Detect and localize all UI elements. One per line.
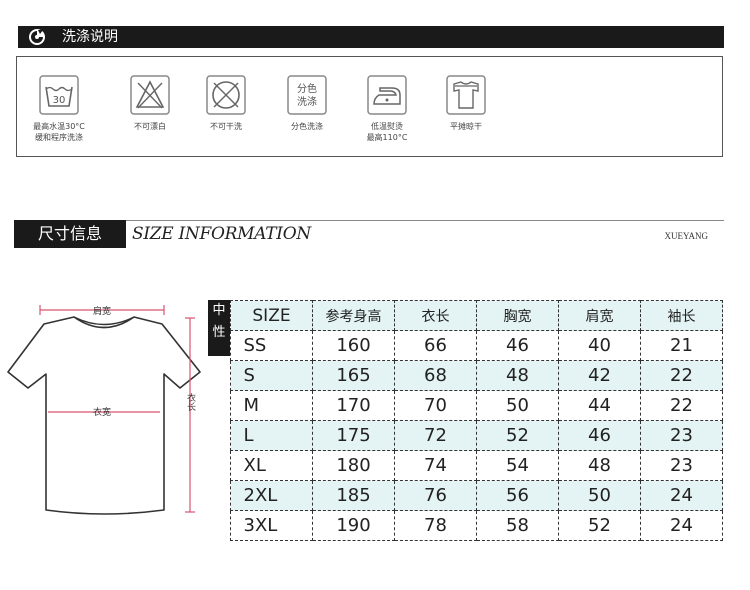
dry-flat-icon (446, 75, 486, 115)
table-cell: 170 (312, 390, 395, 421)
table-cell: 50 (558, 480, 641, 511)
no-bleach-icon (130, 75, 170, 115)
gender-label: 中 性 (208, 300, 230, 356)
size-cell: S (230, 360, 313, 391)
length-label: 衣长 (185, 392, 196, 412)
svg-text:分色: 分色 (297, 82, 317, 95)
table-cell: 23 (640, 420, 723, 451)
table-cell: 54 (476, 450, 559, 481)
size-cell: M (230, 390, 313, 421)
table-cell: 74 (394, 450, 477, 481)
table-cell: 46 (558, 420, 641, 451)
table-cell: 50 (476, 390, 559, 421)
table-row: 3XL 190 78 58 52 24 (230, 510, 723, 541)
col-header-shoulder: 肩宽 (558, 300, 641, 331)
table-cell: 76 (394, 480, 477, 511)
table-cell: 72 (394, 420, 477, 451)
table-header-row: SIZE 参考身高 衣长 胸宽 肩宽 袖长 (230, 300, 723, 331)
wash-separately-icon: 分色 洗涤 (287, 75, 327, 115)
care-item-no-dry-clean: 不可干洗 (181, 75, 271, 132)
table-cell: 40 (558, 330, 641, 361)
table-row: S 165 68 48 42 22 (230, 360, 723, 391)
table-cell: 48 (476, 360, 559, 391)
table-row: XL 180 74 54 48 23 (230, 450, 723, 481)
table-cell: 70 (394, 390, 477, 421)
care-item-dry-flat: 平摊晾干 (421, 75, 511, 132)
table-cell: 24 (640, 510, 723, 541)
low-iron-icon (367, 75, 407, 115)
brand-name: XUEYANG (664, 231, 709, 241)
table-cell: 22 (640, 390, 723, 421)
care-item-low-iron: 低温熨烫 最高110°C (342, 75, 432, 143)
table-cell: 44 (558, 390, 641, 421)
size-cell: SS (230, 330, 313, 361)
size-table: SIZE 参考身高 衣长 胸宽 肩宽 袖长 SS 160 66 46 40 21… (230, 300, 723, 541)
table-cell: 175 (312, 420, 395, 451)
care-label: 不可干洗 (210, 122, 242, 131)
svg-text:洗涤: 洗涤 (297, 95, 317, 108)
table-cell: 46 (476, 330, 559, 361)
table-cell: 24 (640, 480, 723, 511)
no-dry-clean-icon (206, 75, 246, 115)
care-header-bar: 洗涤说明 (18, 26, 724, 48)
table-cell: 180 (312, 450, 395, 481)
table-cell: 52 (476, 420, 559, 451)
care-label: 分色洗涤 (291, 122, 323, 131)
table-row: 2XL 185 76 56 50 24 (230, 480, 723, 511)
table-row: L 175 72 52 46 23 (230, 420, 723, 451)
table-cell: 160 (312, 330, 395, 361)
size-title-en: SIZE INFORMATION (132, 224, 311, 244)
care-label: 平摊晾干 (450, 122, 482, 131)
table-cell: 21 (640, 330, 723, 361)
col-header-height: 参考身高 (312, 300, 395, 331)
table-cell: 165 (312, 360, 395, 391)
table-cell: 52 (558, 510, 641, 541)
wash-30-icon: 30 (39, 75, 79, 115)
table-cell: 58 (476, 510, 559, 541)
care-item-wash-separately: 分色 洗涤 分色洗涤 (262, 75, 352, 132)
col-header-length: 衣长 (394, 300, 477, 331)
shoulder-label: 肩宽 (93, 305, 111, 317)
table-cell: 56 (476, 480, 559, 511)
table-cell: 68 (394, 360, 477, 391)
table-row: M 170 70 50 44 22 (230, 390, 723, 421)
wash-temp-badge: 30 (53, 95, 66, 106)
size-cell: 2XL (230, 480, 313, 511)
care-instructions-box: 30 最高水温30°C 缓和程序洗涤 不可漂白 不可干洗 分色 洗涤 分色洗涤 … (16, 56, 723, 157)
size-cell: L (230, 420, 313, 451)
table-cell: 42 (558, 360, 641, 391)
size-cell: XL (230, 450, 313, 481)
col-header-size: SIZE (230, 300, 313, 331)
table-cell: 23 (640, 450, 723, 481)
table-cell: 190 (312, 510, 395, 541)
table-row: SS 160 66 46 40 21 (230, 330, 723, 361)
table-cell: 48 (558, 450, 641, 481)
care-title: 洗涤说明 (62, 29, 118, 45)
size-cell: 3XL (230, 510, 313, 541)
table-cell: 66 (394, 330, 477, 361)
chest-label: 衣宽 (93, 406, 111, 418)
care-label: 低温熨烫 最高110°C (366, 122, 408, 142)
care-label: 最高水温30°C 缓和程序洗涤 (33, 122, 85, 142)
col-header-chest: 胸宽 (476, 300, 559, 331)
care-item-wash: 30 最高水温30°C 缓和程序洗涤 (14, 75, 104, 143)
care-logo-icon (29, 29, 45, 45)
table-cell: 185 (312, 480, 395, 511)
tshirt-diagram: 肩宽 衣宽 衣长 (7, 305, 201, 515)
size-title-cn: 尺寸信息 (14, 220, 126, 248)
col-header-sleeve: 袖长 (640, 300, 723, 331)
table-cell: 78 (394, 510, 477, 541)
table-cell: 22 (640, 360, 723, 391)
